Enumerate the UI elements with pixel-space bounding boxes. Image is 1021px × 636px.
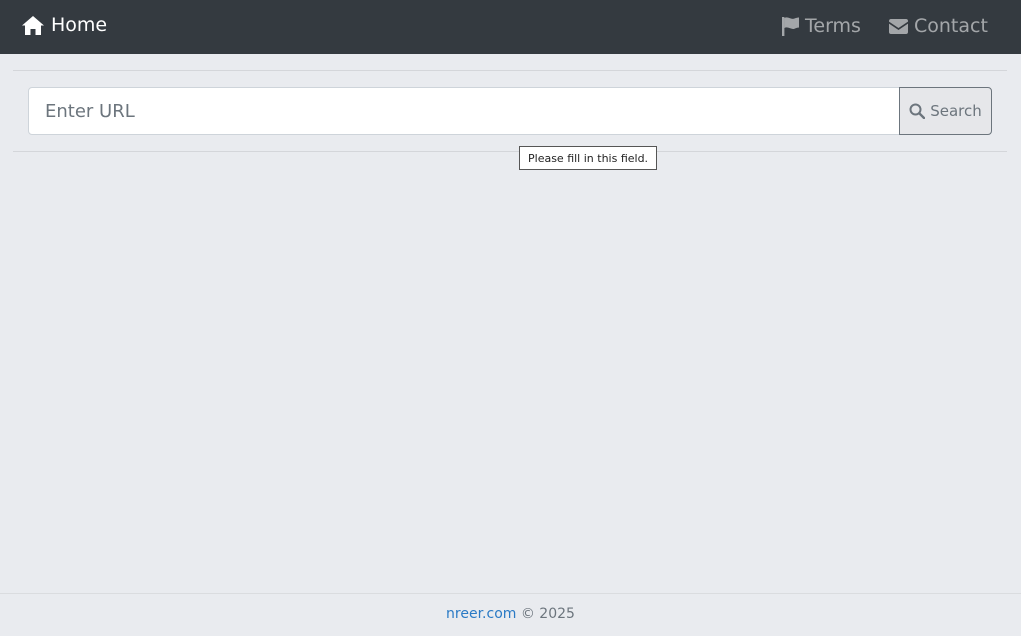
terms-link[interactable]: Terms [781, 15, 861, 37]
contact-link[interactable]: Contact [888, 15, 988, 37]
top-divider [13, 70, 1007, 71]
footer-divider [0, 593, 1021, 594]
search-icon [909, 103, 926, 119]
home-link-label: Home [51, 14, 108, 36]
footer: nreer.com © 2025 [0, 606, 1021, 622]
envelope-icon [888, 18, 909, 35]
flag-icon [781, 16, 800, 36]
footer-site-link[interactable]: nreer.com [446, 606, 516, 622]
search-button[interactable]: Search [899, 87, 992, 135]
terms-link-label: Terms [805, 15, 861, 37]
search-button-label: Search [930, 102, 982, 120]
url-input[interactable] [28, 87, 900, 135]
home-link[interactable]: Home [21, 14, 107, 36]
home-icon [21, 15, 45, 36]
bottom-divider [13, 151, 1007, 152]
contact-link-label: Contact [914, 15, 988, 37]
validation-tooltip: Please fill in this field. [519, 146, 658, 170]
footer-copyright: © 2025 [520, 606, 575, 622]
top-navbar: Home Terms Contact [0, 0, 1021, 54]
